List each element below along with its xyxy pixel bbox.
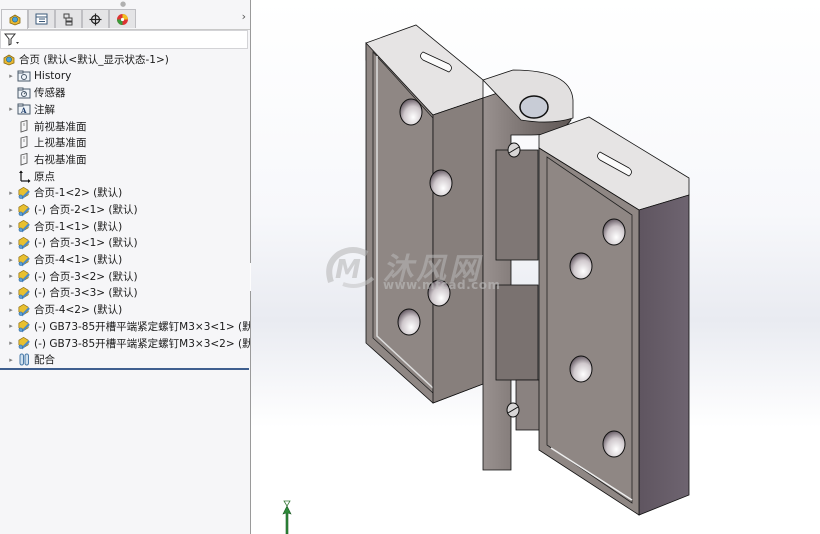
tree-item[interactable]: ▸ (-) 合页-3<3> (默认) [0, 285, 250, 302]
part-icon [17, 303, 31, 316]
tree-item-label: 合页 (默认<默认_显示状态-1>) [19, 53, 169, 66]
left-hinge-leaf[interactable] [365, 24, 484, 404]
feature-tree: 合页 (默认<默认_显示状态-1>) ▸ History 传感器 ▸ A 注解 前视基准面 上视… [0, 51, 250, 368]
tree-item-label: 合页-1<2> (默认) [34, 187, 123, 200]
crosshair-icon [89, 13, 102, 25]
tree-item[interactable]: ▸ History [0, 68, 250, 85]
expand-arrow-icon[interactable]: ▸ [5, 222, 17, 230]
tree-item-label: 上视基准面 [34, 137, 87, 150]
tab-configuration-manager[interactable] [55, 9, 82, 28]
tree-item[interactable]: ▸ (-) GB73-85开槽平端紧定螺钉M3×3<1> (默认) [0, 318, 250, 335]
tree-item[interactable]: ▸ (-) GB73-85开槽平端紧定螺钉M3×3<2> (默认) [0, 335, 250, 352]
expand-arrow-icon[interactable]: ▸ [5, 206, 17, 214]
mates-icon [17, 353, 31, 366]
appearance-icon [117, 13, 128, 25]
graphics-viewport[interactable]: M 沐风网 www.mfcad.com [251, 0, 820, 534]
svg-text:M: M [335, 255, 361, 285]
pin-cap-icon [519, 95, 549, 119]
feature-manager-tabbar: › [0, 9, 250, 30]
tab-display-manager[interactable] [109, 9, 136, 28]
tree-item-label: 合页-4<2> (默认) [34, 304, 123, 317]
tree-item[interactable]: 前视基准面 [0, 118, 250, 135]
tree-item-label: (-) 合页-3<3> (默认) [34, 287, 138, 300]
expand-arrow-icon[interactable]: ▸ [5, 339, 17, 347]
expand-arrow-icon[interactable]: ▸ [5, 239, 17, 247]
reference-triad-icon[interactable] [281, 500, 293, 534]
tree-item[interactable]: ▸ (-) 合页-2<1> (默认) [0, 201, 250, 218]
part-icon [17, 253, 31, 266]
filter-icon[interactable] [4, 33, 20, 46]
assembly-icon [9, 14, 20, 26]
expand-arrow-icon[interactable]: ▸ [5, 189, 17, 197]
tree-item-label: 传感器 [34, 87, 66, 100]
tab-dimxpert-manager[interactable] [82, 9, 109, 28]
tree-item[interactable]: 右视基准面 [0, 151, 250, 168]
tree-item[interactable]: ▸ (-) 合页-3<1> (默认) [0, 235, 250, 252]
tree-item[interactable]: ▸ 配合 [0, 351, 250, 368]
expand-arrow-icon[interactable]: ▸ [5, 289, 17, 297]
expand-arrow-icon[interactable]: ▸ [5, 72, 17, 80]
tree-item-label: 注解 [34, 103, 55, 116]
plane-icon [17, 152, 31, 166]
expand-arrow-icon[interactable]: ▸ [5, 256, 17, 264]
watermark-url: www.mfcad.com [383, 278, 501, 292]
origin-icon [17, 170, 31, 183]
tree-item-label: 合页-1<1> (默认) [34, 220, 123, 233]
tab-featuremanager-design-tree[interactable] [1, 9, 28, 29]
mfcad-logo-icon: M [326, 247, 375, 288]
tree-item[interactable]: ▸ 合页-1<2> (默认) [0, 185, 250, 202]
part-icon [17, 236, 31, 250]
tree-item[interactable]: ▸ 合页-4<2> (默认) [0, 301, 250, 318]
plane-icon [17, 136, 31, 149]
tree-item[interactable]: ▸ 合页-1<1> (默认) [0, 218, 250, 235]
tree-item-label: (-) GB73-85开槽平端紧定螺钉M3×3<1> (默认) [34, 320, 250, 333]
right-hinge-leaf[interactable] [538, 116, 690, 516]
part-icon [17, 286, 31, 300]
assembly-icon [2, 53, 16, 66]
expand-arrow-icon[interactable]: ▸ [5, 356, 17, 364]
sensor-folder-icon [17, 86, 31, 99]
plane-icon [17, 119, 31, 133]
tree-item[interactable]: ▸ (-) 合页-3<2> (默认) [0, 268, 250, 285]
more-tabs-chevron-icon[interactable]: › [242, 10, 246, 23]
expand-arrow-icon[interactable]: ▸ [5, 322, 17, 330]
panel-grip-handle[interactable]: ● [118, 0, 128, 8]
tree-item[interactable]: ▸ 合页-4<1> (默认) [0, 251, 250, 268]
tree-item[interactable]: 上视基准面 [0, 134, 250, 151]
tree-item-label: (-) 合页-2<1> (默认) [34, 204, 138, 217]
tree-rollback-bar[interactable] [0, 368, 249, 370]
tree-item-label: 前视基准面 [34, 120, 87, 133]
feature-manager-panel: ● › 合页 (默认<默认_显示状态-1>) ▸ History 传感器 ▸ A 注解 前视基… [0, 0, 251, 534]
part-icon [17, 186, 31, 200]
expand-arrow-icon[interactable]: ▸ [5, 272, 17, 280]
part-icon [17, 203, 31, 216]
part-icon [17, 320, 31, 333]
tree-item-label: 配合 [34, 354, 55, 367]
expand-arrow-icon[interactable]: ▸ [5, 306, 17, 314]
configuration-icon [63, 13, 73, 25]
tree-item-label: 合页-4<1> (默认) [34, 254, 123, 267]
part-icon [17, 220, 31, 233]
tree-item-label: 原点 [34, 170, 55, 183]
tree-item-label: History [34, 70, 72, 83]
tree-item[interactable]: 合页 (默认<默认_显示状态-1>) [0, 51, 250, 68]
tree-item-label: 右视基准面 [34, 153, 87, 166]
tab-property-manager[interactable] [28, 9, 55, 28]
tree-item[interactable]: 传感器 [0, 84, 250, 101]
tree-filter-input[interactable] [0, 30, 248, 49]
tree-item-label: (-) GB73-85开槽平端紧定螺钉M3×3<2> (默认) [34, 337, 250, 350]
property-list-icon [35, 13, 48, 25]
history-folder-icon [17, 70, 31, 83]
expand-arrow-icon[interactable]: ▸ [5, 105, 17, 113]
svg-text:A: A [20, 106, 27, 115]
part-icon [17, 337, 31, 350]
annotation-folder-icon: A [17, 103, 31, 116]
watermark: M 沐风网 www.mfcad.com [323, 244, 523, 294]
tree-item-label: (-) 合页-3<2> (默认) [34, 270, 138, 283]
part-icon [17, 270, 31, 283]
tree-item-label: (-) 合页-3<1> (默认) [34, 237, 138, 250]
tree-item[interactable]: 原点 [0, 168, 250, 185]
tree-item[interactable]: ▸ A 注解 [0, 101, 250, 118]
